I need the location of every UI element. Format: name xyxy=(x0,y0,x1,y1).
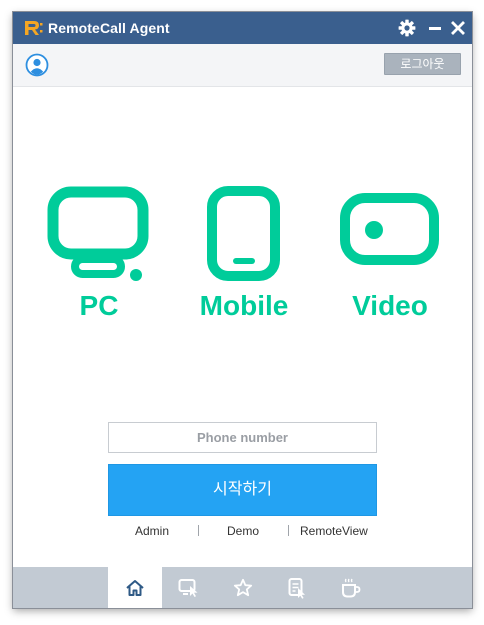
phone-number-input[interactable] xyxy=(108,422,377,453)
app-title: RemoteCall Agent xyxy=(48,20,170,36)
pc-monitor-icon xyxy=(47,186,149,281)
mode-mobile[interactable]: Mobile xyxy=(189,184,299,334)
bottom-nav-bar xyxy=(13,567,472,608)
link-separator xyxy=(288,525,289,536)
mode-pc-label: PC xyxy=(79,290,119,321)
coffee-cup-icon xyxy=(342,578,361,597)
nav-break[interactable] xyxy=(324,567,378,608)
nav-home[interactable] xyxy=(108,567,162,608)
logout-button[interactable]: 로그아웃 xyxy=(384,53,461,75)
star-icon xyxy=(233,578,253,596)
document-icon xyxy=(288,577,305,599)
user-profile-icon[interactable] xyxy=(25,53,49,77)
nav-history[interactable] xyxy=(270,567,324,608)
nav-favorites[interactable] xyxy=(216,567,270,608)
start-button[interactable]: 시작하기 xyxy=(108,464,377,516)
demo-link[interactable]: Demo xyxy=(227,524,259,538)
mode-pc[interactable]: PC xyxy=(44,184,154,334)
remote-screen-icon xyxy=(178,578,198,597)
nav-remote-session[interactable] xyxy=(162,567,216,608)
link-separator xyxy=(198,525,199,536)
home-icon xyxy=(126,579,144,596)
remotecall-logo-icon xyxy=(25,21,43,35)
minimize-button[interactable] xyxy=(425,18,445,38)
footer-links: Admin Demo RemoteView xyxy=(108,524,377,540)
minimize-icon xyxy=(429,27,441,30)
mode-video[interactable]: Video xyxy=(335,184,445,334)
video-camera-icon xyxy=(340,193,439,265)
mode-mobile-label: Mobile xyxy=(199,290,289,321)
mode-video-label: Video xyxy=(352,290,428,321)
gear-icon xyxy=(398,19,416,37)
title-bar[interactable]: RemoteCall Agent xyxy=(13,12,472,44)
remoteview-link[interactable]: RemoteView xyxy=(300,524,368,538)
close-icon xyxy=(451,21,465,35)
app-window: RemoteCall Agent 로그아웃 PC Mobile Video Ph… xyxy=(13,12,472,608)
settings-button[interactable] xyxy=(397,18,417,38)
top-toolbar: 로그아웃 xyxy=(13,44,472,87)
admin-link[interactable]: Admin xyxy=(135,524,169,538)
mobile-phone-icon xyxy=(207,186,280,281)
close-button[interactable] xyxy=(448,18,468,38)
